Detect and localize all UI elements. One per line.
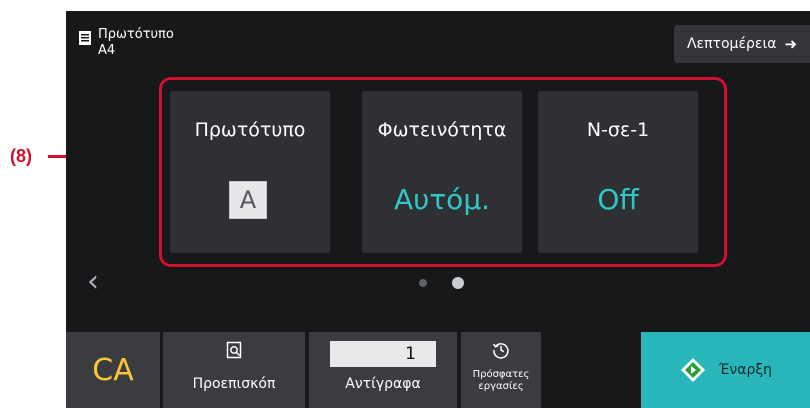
start-diamond-icon	[680, 358, 705, 382]
recent-jobs-label-line1: Πρόσφατες	[472, 369, 530, 380]
arrow-right-icon: ➜	[784, 35, 798, 53]
document-icon	[79, 31, 91, 45]
recent-jobs-label: Πρόσφατες εργασίες	[461, 369, 541, 393]
details-button[interactable]: Λεπτομέρεια ➜	[674, 25, 810, 63]
preview-magnifier-icon	[226, 341, 242, 359]
original-info: Πρωτότυπο A4	[78, 27, 174, 58]
page-dot-2[interactable]	[452, 277, 464, 289]
copier-screen: Πρωτότυπο A4 Λεπτομέρεια ➜ Πρωτότυπο A Φ…	[66, 11, 810, 408]
preview-button-label: Προεπισκόπ	[192, 376, 276, 392]
copies-button-label: Αντίγραφα	[345, 376, 421, 392]
callout-label: (8)	[10, 146, 32, 166]
original-name: Πρωτότυπο	[98, 27, 174, 42]
chevron-left-icon[interactable]: ‹	[87, 267, 99, 297]
ca-button[interactable]: CA	[66, 332, 160, 408]
copies-count-field[interactable]: 1	[330, 341, 436, 367]
history-icon	[492, 343, 509, 359]
copies-button[interactable]: 1 Αντίγραφα	[309, 332, 457, 408]
ca-button-label: CA	[92, 352, 134, 388]
recent-jobs-button[interactable]: Πρόσφατες εργασίες	[461, 332, 541, 408]
page-dot-1[interactable]	[419, 279, 427, 287]
bottom-toolbar: CA Προεπισκόπ 1 Αντίγραφα Πρόσφατες εργα…	[66, 332, 810, 408]
start-button-label: Έναρξη	[718, 362, 773, 378]
original-size: A4	[98, 43, 116, 58]
callout-highlight-box	[159, 77, 727, 267]
details-button-label: Λεπτομέρεια	[686, 36, 777, 52]
start-button[interactable]: Έναρξη	[641, 332, 810, 408]
preview-button[interactable]: Προεπισκόπ	[163, 332, 305, 408]
recent-jobs-label-line2: εργασίες	[478, 381, 524, 392]
